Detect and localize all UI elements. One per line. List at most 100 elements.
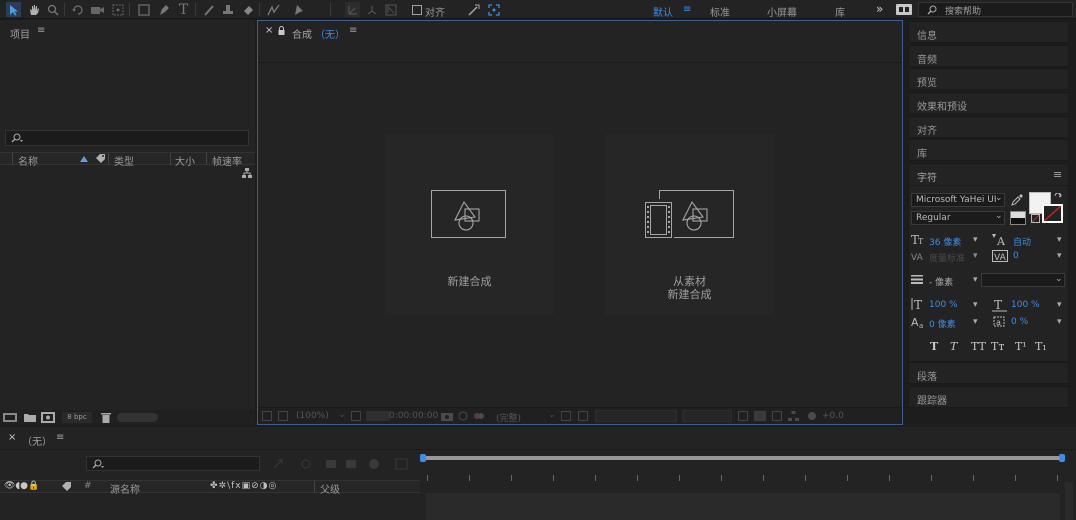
comp-flowchart-icon[interactable] bbox=[788, 411, 799, 421]
all-caps-button[interactable]: TT bbox=[971, 340, 986, 353]
active-camera-dropdown[interactable] bbox=[595, 410, 677, 422]
view-layout-dropdown[interactable] bbox=[682, 410, 732, 422]
new-composition-from-footage-card[interactable]: 从素材 新建合成 bbox=[605, 134, 774, 315]
snap-target-icon[interactable] bbox=[486, 2, 501, 17]
pan-behind-tool-icon[interactable] bbox=[110, 2, 125, 17]
tracking-value[interactable]: 0 bbox=[1013, 251, 1019, 261]
column-name[interactable]: 名称 bbox=[18, 153, 38, 168]
stroke-style-dropdown[interactable] bbox=[981, 273, 1065, 287]
column-size[interactable]: 大小 bbox=[175, 153, 195, 168]
timeline-track-area[interactable] bbox=[426, 493, 1060, 520]
timeline-zoom-slider[interactable] bbox=[1065, 482, 1073, 520]
time-ruler[interactable] bbox=[421, 475, 1064, 483]
exposure-value[interactable]: +0.0 bbox=[822, 411, 844, 421]
eyedropper-icon[interactable] bbox=[1011, 194, 1023, 206]
zoom-tool-icon[interactable] bbox=[45, 2, 60, 17]
tracker-panel-tab[interactable]: 跟踪器 bbox=[908, 386, 1069, 408]
show-snapshot-icon[interactable] bbox=[457, 411, 469, 421]
column-frame-rate[interactable]: 帧速率 bbox=[212, 153, 242, 168]
faux-bold-button[interactable]: T bbox=[930, 340, 938, 353]
stroke-width-value[interactable]: - 像素 bbox=[929, 275, 953, 288]
subscript-button[interactable]: T₁ bbox=[1035, 340, 1047, 353]
fast-previews-icon[interactable] bbox=[754, 411, 766, 421]
work-area-bar[interactable] bbox=[421, 456, 1064, 460]
superscript-button[interactable]: T¹ bbox=[1015, 340, 1027, 353]
timeline-tab-label[interactable]: （无） bbox=[22, 433, 52, 448]
timeline-icon[interactable] bbox=[772, 411, 782, 421]
resolution-dropdown-arrow[interactable]: ⌄ bbox=[548, 410, 556, 420]
timeline-menu-icon[interactable]: ≡ bbox=[56, 432, 64, 443]
selection-tool-icon[interactable] bbox=[6, 2, 21, 17]
transparency-grid-icon[interactable] bbox=[578, 411, 588, 421]
layer-switches-icons[interactable]: ✤✲\fx▣⊘◑◎ bbox=[210, 481, 277, 491]
zoom-dropdown-arrow[interactable]: ⌄ bbox=[338, 410, 346, 420]
comp-tab-value[interactable]: （无） bbox=[315, 26, 345, 41]
snapshot-camera-icon[interactable] bbox=[441, 411, 453, 421]
flowchart-icon[interactable] bbox=[242, 168, 252, 178]
small-caps-button[interactable]: Tт bbox=[991, 340, 1004, 353]
interpret-footage-icon[interactable] bbox=[3, 413, 17, 422]
stroke-color-swatch[interactable] bbox=[1042, 204, 1063, 223]
character-panel-title[interactable]: 字符 bbox=[917, 169, 937, 184]
channel-icon[interactable] bbox=[473, 411, 485, 421]
rotate-tool-icon[interactable] bbox=[70, 2, 85, 17]
default-fill-stroke-icon[interactable] bbox=[1010, 211, 1026, 225]
snap-icon[interactable] bbox=[466, 2, 481, 17]
work-area-end-handle[interactable] bbox=[1059, 454, 1065, 462]
character-menu-icon[interactable]: ≡ bbox=[1053, 168, 1062, 181]
font-size-value[interactable]: 36 像素 bbox=[929, 235, 961, 248]
toggle-pixel-aspect-icon[interactable] bbox=[738, 411, 748, 421]
layer-number-column[interactable]: # bbox=[84, 481, 92, 491]
new-composition-card[interactable]: 新建合成 bbox=[385, 134, 554, 315]
font-style-dropdown[interactable]: Regular bbox=[911, 211, 1005, 225]
bit-depth-button[interactable]: 8 bpc bbox=[62, 412, 92, 423]
faux-italic-button[interactable]: T bbox=[950, 340, 957, 353]
view-axis-mode-icon[interactable] bbox=[383, 2, 398, 17]
sync-settings-icon[interactable] bbox=[896, 4, 912, 15]
world-axis-mode-icon[interactable] bbox=[364, 2, 379, 17]
exposure-icon[interactable] bbox=[807, 411, 817, 421]
timeline-switches-icon[interactable] bbox=[272, 458, 412, 470]
hand-tool-icon[interactable] bbox=[26, 2, 41, 17]
comp-tab-label[interactable]: 合成 bbox=[292, 26, 312, 41]
label-tag-icon[interactable] bbox=[62, 482, 72, 492]
kerning-arrow[interactable]: ▾ bbox=[973, 251, 978, 261]
font-size-arrow[interactable]: ▾ bbox=[973, 235, 978, 245]
local-axis-mode-icon[interactable] bbox=[345, 2, 360, 17]
more-workspaces-icon[interactable]: » bbox=[876, 2, 883, 16]
brush-tool-icon[interactable] bbox=[201, 2, 216, 17]
parent-column[interactable]: 父级 bbox=[320, 481, 340, 496]
tsume-arrow[interactable]: ▾ bbox=[1057, 317, 1062, 327]
workspace-standard[interactable]: 标准 bbox=[710, 4, 730, 19]
horizontal-scale-value[interactable]: 100 % bbox=[1011, 300, 1040, 310]
project-panel-title[interactable]: 项目 bbox=[10, 26, 30, 41]
magnification-dropdown[interactable]: (100%) bbox=[296, 411, 329, 421]
swap-colors-icon[interactable] bbox=[1054, 193, 1062, 201]
eraser-tool-icon[interactable] bbox=[240, 2, 255, 17]
comp-close-icon[interactable]: × bbox=[265, 25, 273, 36]
label-tag-icon[interactable] bbox=[96, 154, 106, 164]
horizontal-scale-arrow[interactable]: ▾ bbox=[1057, 300, 1062, 310]
kerning-value[interactable]: 度量标准 bbox=[929, 251, 965, 264]
rectangle-tool-icon[interactable] bbox=[136, 2, 151, 17]
lock-icon[interactable] bbox=[278, 26, 285, 35]
paragraph-panel-tab[interactable]: 段落 bbox=[908, 362, 1069, 384]
region-of-interest-icon[interactable] bbox=[561, 411, 571, 421]
baseline-shift-value[interactable]: 0 像素 bbox=[929, 317, 956, 330]
tsume-value[interactable]: 0 % bbox=[1011, 317, 1028, 327]
vertical-scale-value[interactable]: 100 % bbox=[929, 300, 958, 310]
timeline-close-icon[interactable]: × bbox=[8, 432, 16, 443]
project-search-input[interactable] bbox=[5, 130, 249, 146]
clone-stamp-tool-icon[interactable] bbox=[220, 2, 235, 17]
comp-menu-icon[interactable]: ≡ bbox=[349, 25, 357, 36]
resolution-dropdown[interactable]: (完整) bbox=[496, 411, 521, 424]
align-panel-tab[interactable]: 对齐 bbox=[908, 116, 1069, 138]
thumbnail-slider[interactable] bbox=[117, 413, 158, 422]
tracking-arrow[interactable]: ▾ bbox=[1057, 251, 1062, 261]
stroke-width-arrow[interactable]: ▾ bbox=[973, 275, 978, 285]
puppet-pin-tool-icon[interactable] bbox=[290, 2, 305, 17]
project-menu-icon[interactable]: ≡ bbox=[37, 25, 45, 36]
new-folder-icon[interactable] bbox=[24, 413, 36, 422]
audio-panel-tab[interactable]: 音频 bbox=[908, 45, 1069, 67]
align-checkbox[interactable] bbox=[409, 2, 424, 17]
